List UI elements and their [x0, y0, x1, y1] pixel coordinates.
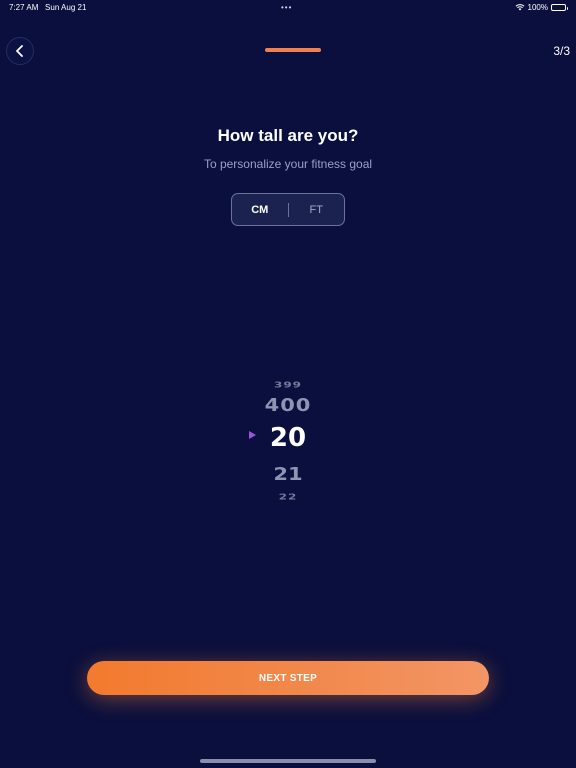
- battery-icon: [551, 4, 568, 11]
- unit-option-cm[interactable]: CM: [232, 204, 288, 216]
- battery-percent: 100%: [527, 3, 548, 12]
- home-indicator[interactable]: [200, 759, 376, 763]
- status-right: 100%: [515, 3, 568, 12]
- progress-indicator: [265, 48, 321, 52]
- page-subtitle: To personalize your fitness goal: [203, 157, 373, 171]
- unit-option-ft[interactable]: FT: [289, 204, 345, 216]
- picker-item[interactable]: 22: [0, 492, 576, 501]
- picker-item[interactable]: 21: [0, 464, 576, 484]
- wifi-icon: [515, 4, 524, 11]
- picker-item[interactable]: 399: [0, 380, 576, 389]
- multitasking-dots-icon[interactable]: •••: [281, 3, 292, 12]
- back-button[interactable]: [6, 37, 34, 65]
- page-title: How tall are you?: [217, 126, 359, 145]
- status-bar: 7:27 AM Sun Aug 21 ••• 100%: [0, 0, 576, 14]
- unit-toggle[interactable]: CM FT: [231, 193, 345, 226]
- next-step-button[interactable]: NEXT STEP: [87, 661, 489, 695]
- height-picker[interactable]: 399 400 20 21 22: [0, 372, 576, 512]
- picker-item[interactable]: 400: [0, 395, 576, 415]
- step-counter: 3/3: [553, 44, 570, 58]
- picker-selected-value[interactable]: 20: [0, 423, 576, 453]
- chevron-left-icon: [16, 45, 23, 57]
- status-time: 7:27 AM Sun Aug 21: [9, 3, 87, 12]
